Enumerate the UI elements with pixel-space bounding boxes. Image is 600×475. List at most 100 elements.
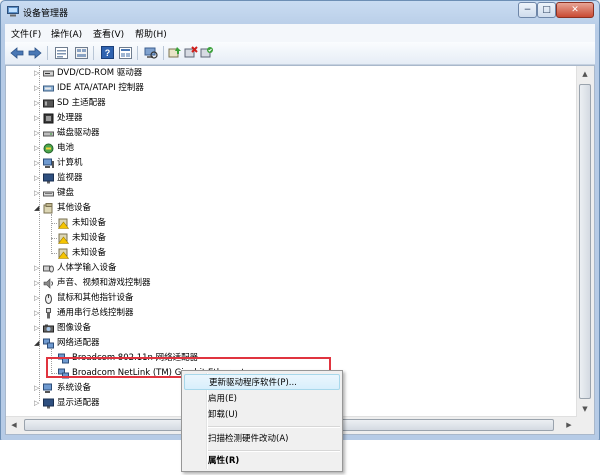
menu-action[interactable]: 操作(A)	[51, 27, 82, 40]
collapse-arrow-icon[interactable]: ◢	[34, 205, 41, 212]
tree-item-label: 通用串行总线控制器	[57, 308, 134, 318]
tree-item-label: 未知设备	[72, 218, 107, 228]
menu-item-scan-hardware[interactable]: 扫描检测硬件改动(A)	[208, 431, 288, 447]
tree-item-label: 系统设备	[57, 383, 92, 393]
minimize-button[interactable]: −	[518, 2, 537, 18]
tree-item-label: 计算机	[57, 158, 83, 168]
help-icon[interactable]: ?	[99, 45, 115, 60]
menu-separator	[208, 450, 340, 452]
toolbar: ?	[5, 42, 595, 65]
toolbar-separator	[137, 46, 138, 60]
scroll-corner	[577, 417, 594, 434]
system-device-icon	[43, 383, 52, 393]
maximize-icon: □	[542, 5, 551, 15]
menu-separator	[208, 426, 340, 428]
expand-arrow-icon[interactable]: ▷	[34, 100, 41, 107]
computer-icon	[43, 158, 54, 168]
display-adapter-icon	[43, 398, 54, 409]
network-adapter-icon	[43, 338, 54, 349]
enable-device-icon[interactable]	[199, 45, 215, 60]
context-menu: 更新驱动程序软件(P)... 启用(E) 卸载(U) 扫描检测硬件改动(A) 属…	[181, 370, 343, 472]
tree-item-label: 处理器	[57, 113, 83, 123]
unknown-device-warning-icon	[58, 248, 69, 259]
expand-arrow-icon[interactable]: ▷	[34, 295, 41, 302]
properties-icon[interactable]	[117, 45, 133, 60]
tree-guide-line	[51, 214, 52, 252]
tree-item-label: 磁盘驱动器	[57, 128, 100, 138]
sd-adapter-icon	[43, 99, 54, 108]
expand-arrow-icon[interactable]: ▷	[34, 325, 41, 332]
scroll-left-arrow-icon[interactable]: ◀	[6, 417, 22, 433]
dvd-drive-icon	[43, 70, 54, 77]
scroll-down-arrow-icon[interactable]: ▼	[577, 401, 593, 417]
menu-bar: 文件(F) 操作(A) 查看(V) 帮助(H)	[5, 24, 595, 42]
menu-item-update-driver[interactable]: 更新驱动程序软件(P)...	[184, 374, 340, 390]
expand-arrow-icon[interactable]: ▷	[34, 175, 41, 182]
other-devices-icon	[43, 203, 53, 214]
tree-guide-line	[51, 253, 57, 254]
sound-icon	[43, 278, 53, 289]
tree-item-label: 显示适配器	[57, 398, 100, 408]
toolbar-separator	[163, 46, 164, 60]
scroll-thumb[interactable]	[579, 84, 591, 399]
expand-arrow-icon[interactable]: ▷	[34, 190, 41, 197]
menu-item-properties[interactable]: 属性(R)	[208, 453, 239, 469]
expand-arrow-icon[interactable]: ▷	[34, 265, 41, 272]
tree-item-label: 鼠标和其他指针设备	[57, 293, 134, 303]
device-list-icon[interactable]	[73, 45, 89, 60]
maximize-button[interactable]: □	[537, 2, 556, 18]
minimize-icon: −	[523, 5, 532, 15]
expand-arrow-icon[interactable]: ▷	[34, 85, 41, 92]
battery-icon	[43, 143, 54, 154]
back-arrow-icon[interactable]	[9, 45, 25, 60]
close-button[interactable]: ✕	[556, 2, 594, 18]
tree-item-label: 人体学输入设备	[57, 263, 117, 273]
disk-drive-icon	[43, 131, 54, 137]
menu-item-enable[interactable]: 启用(E)	[208, 391, 237, 407]
expand-arrow-icon[interactable]: ▷	[34, 145, 41, 152]
tree-guide-line	[51, 223, 57, 224]
collapse-arrow-icon[interactable]: ◢	[34, 340, 41, 347]
hid-icon	[43, 265, 54, 273]
tree-item-label: SD 主适配器	[57, 98, 106, 108]
usb-icon	[46, 308, 51, 319]
tree-item-label: 网络适配器	[57, 338, 100, 348]
mouse-icon	[45, 294, 52, 304]
tree-guide-line	[51, 238, 57, 239]
tree-item-label: 未知设备	[72, 248, 107, 258]
scroll-up-arrow-icon[interactable]: ▲	[577, 66, 593, 82]
menu-help[interactable]: 帮助(H)	[135, 27, 167, 40]
menu-file[interactable]: 文件(F)	[11, 27, 41, 40]
expand-arrow-icon[interactable]: ▷	[34, 160, 41, 167]
tree-item-label: 未知设备	[72, 233, 107, 243]
scan-hardware-icon[interactable]	[143, 45, 159, 60]
tree-item-label: 电池	[57, 143, 75, 153]
toolbar-separator	[93, 46, 94, 60]
processor-icon	[43, 113, 54, 124]
device-manager-icon	[7, 6, 19, 17]
vertical-scrollbar[interactable]: ▲ ▼	[576, 66, 594, 417]
expand-arrow-icon[interactable]: ▷	[34, 400, 41, 407]
uninstall-icon[interactable]	[183, 45, 199, 60]
window-title: 设备管理器	[23, 9, 69, 19]
menu-item-uninstall[interactable]: 卸载(U)	[208, 407, 238, 423]
forward-arrow-icon[interactable]	[27, 45, 43, 60]
tree-item-label: 键盘	[57, 188, 75, 198]
expand-arrow-icon[interactable]: ▷	[34, 130, 41, 137]
tree-item-label: 监视器	[57, 173, 83, 183]
title-bar[interactable]: 设备管理器 − □ ✕	[1, 1, 599, 23]
tree-item-label: 图像设备	[57, 323, 92, 333]
unknown-device-warning-icon	[58, 233, 69, 244]
tree-item-label: 其他设备	[57, 203, 92, 213]
update-driver-icon[interactable]	[167, 45, 183, 60]
expand-arrow-icon[interactable]: ▷	[34, 70, 41, 77]
expand-arrow-icon[interactable]: ▷	[34, 280, 41, 287]
keyboard-icon	[43, 191, 54, 197]
scroll-right-arrow-icon[interactable]: ▶	[561, 417, 577, 433]
menu-view[interactable]: 查看(V)	[93, 27, 124, 40]
expand-arrow-icon[interactable]: ▷	[34, 385, 41, 392]
expand-arrow-icon[interactable]: ▷	[34, 115, 41, 122]
computer-view-icon[interactable]	[53, 45, 69, 60]
expand-arrow-icon[interactable]: ▷	[34, 310, 41, 317]
tree-item-label: DVD/CD-ROM 驱动器	[57, 68, 143, 78]
